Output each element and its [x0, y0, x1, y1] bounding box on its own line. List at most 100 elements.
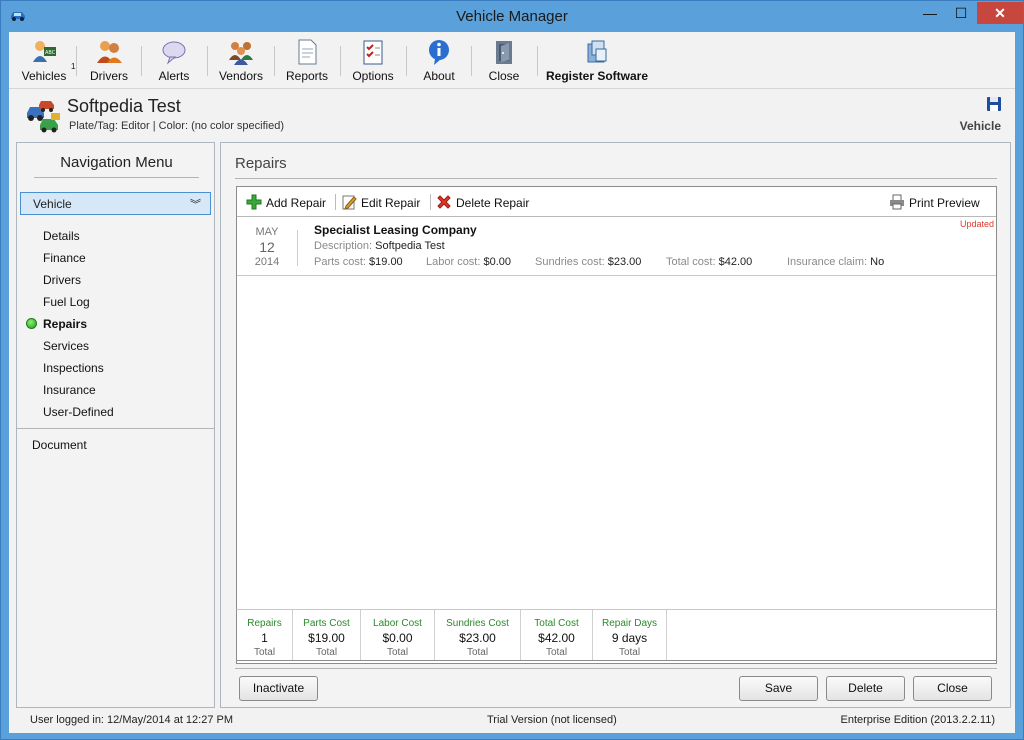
toolbar-label: Vehicles — [21, 69, 67, 83]
edit-repair-button[interactable]: Edit Repair — [341, 194, 420, 210]
toolbar-label: Drivers — [90, 69, 128, 83]
toolbar-register-software-button[interactable]: Register Software — [545, 38, 649, 86]
toolbar-separator — [406, 46, 407, 76]
totals-header: Sundries Cost — [446, 618, 509, 629]
window-close-button[interactable]: ✕ — [977, 2, 1023, 24]
totals-repairs: Repairs 1 Total — [237, 610, 293, 660]
toolbar-reports-button[interactable]: Reports — [281, 38, 333, 86]
add-repair-label: Add Repair — [266, 196, 327, 210]
toolbar-alerts-button[interactable]: Alerts — [149, 38, 199, 86]
labor-cost-value: $0.00 — [483, 256, 512, 268]
repair-month: MAY — [255, 226, 279, 238]
totals-bar: Repairs 1 Total Parts Cost $19.00 Total Labo… — [236, 609, 997, 661]
toolbar-about-button[interactable]: About — [414, 38, 464, 86]
totals-sundries-cost: Sundries Cost $23.00 Total — [435, 610, 521, 660]
totals-value: $19.00 — [308, 631, 345, 645]
totals-total-cost: Total Cost $42.00 Total — [521, 610, 593, 660]
toolbar-vehicles-button[interactable]: ABC 1 Vehicles — [19, 38, 75, 86]
delete-repair-label: Delete Repair — [456, 196, 530, 210]
totals-header: Total Cost — [534, 618, 579, 629]
vehicles-count-badge: 1 — [71, 62, 76, 71]
nav-item-insurance[interactable]: Insurance — [43, 383, 96, 397]
repair-record-row[interactable]: Updated MAY 12 2014 Specialist Leasing C… — [237, 218, 996, 276]
total-cost: Total cost: $42.00 — [666, 256, 752, 268]
status-edition: Enterprise Edition (2013.2.2.11) — [840, 714, 996, 726]
add-repair-button[interactable]: Add Repair — [246, 194, 326, 210]
nav-item-document[interactable]: Document — [32, 438, 87, 452]
totals-footer: Total — [618, 647, 641, 658]
toolbar-separator — [274, 46, 275, 76]
drivers-icon — [97, 41, 122, 63]
navigation-panel: Navigation Menu Vehicle ︾ Details Financ… — [16, 142, 215, 708]
toolbar-separator — [335, 194, 336, 210]
reports-icon — [298, 39, 317, 65]
close-button[interactable]: Close — [913, 676, 992, 701]
nav-item-inspections[interactable]: Inspections — [43, 361, 104, 375]
nav-category-dropdown[interactable]: Vehicle ︾ — [20, 192, 211, 215]
toolbar-separator — [76, 46, 77, 76]
nav-item-details[interactable]: Details — [43, 229, 80, 243]
nav-item-services[interactable]: Services — [43, 339, 89, 353]
inactivate-button[interactable]: Inactivate — [239, 676, 318, 701]
toolbar-separator — [471, 46, 472, 76]
nav-item-drivers[interactable]: Drivers — [43, 273, 81, 287]
delete-button[interactable]: Delete — [826, 676, 905, 701]
toolbar-drivers-button[interactable]: Drivers — [84, 38, 134, 86]
register-software-icon — [587, 40, 607, 63]
repairs-toolbar: Add Repair Edit Repair Delete Repair Pri… — [237, 187, 996, 217]
options-icon — [363, 40, 383, 65]
totals-footer: Total — [315, 647, 338, 658]
nav-item-finance[interactable]: Finance — [43, 251, 86, 265]
save-disk-icon[interactable] — [986, 96, 1002, 112]
title-bar[interactable]: Vehicle Manager — ☐ ✕ — [1, 1, 1023, 32]
totals-footer: Total — [386, 647, 409, 658]
total-cost-value: $42.00 — [718, 256, 753, 268]
active-indicator-icon — [26, 318, 37, 329]
repair-day: 12 — [259, 239, 275, 255]
totals-labor-cost: Labor Cost $0.00 Total — [361, 610, 435, 660]
totals-header: Repair Days — [601, 618, 658, 629]
toolbar-label: Vendors — [218, 69, 264, 83]
save-button[interactable]: Save — [739, 676, 818, 701]
totals-header: Repairs — [247, 618, 282, 629]
toolbar-options-button[interactable]: Options — [347, 38, 399, 86]
labor-cost-label: Labor cost: — [426, 256, 481, 268]
edit-repair-label: Edit Repair — [361, 196, 421, 210]
nav-divider — [17, 428, 214, 429]
svg-text:ABC: ABC — [45, 50, 56, 56]
toolbar-label: Reports — [285, 69, 329, 83]
vehicle-fleet-icon — [27, 101, 60, 133]
totals-value: 9 days — [611, 631, 648, 645]
description-label: Description: — [314, 240, 373, 252]
labor-cost: Labor cost: $0.00 — [426, 256, 511, 268]
sundries-cost: Sundries cost: $23.00 — [535, 256, 641, 268]
nav-title: Navigation Menu — [34, 154, 199, 178]
toolbar-separator — [537, 46, 538, 76]
parts-cost-value: $19.00 — [369, 256, 403, 268]
toolbar-label: Alerts — [158, 69, 190, 83]
nav-item-user-defined[interactable]: User-Defined — [43, 405, 114, 419]
delete-repair-button[interactable]: Delete Repair — [436, 194, 529, 210]
totals-value: $0.00 — [382, 631, 413, 645]
nav-item-fuel-log[interactable]: Fuel Log — [43, 295, 90, 309]
vehicle-header: Softpedia Test Plate/Tag: Editor | Color… — [9, 89, 1015, 139]
print-preview-button[interactable]: Print Preview — [889, 194, 980, 210]
window-title: Vehicle Manager — [456, 8, 568, 25]
totals-header: Parts Cost — [303, 618, 350, 629]
main-toolbar: ABC 1 Vehicles Drivers Alerts Vendors Re… — [9, 32, 1015, 89]
toolbar-separator — [207, 46, 208, 76]
minimize-button[interactable]: — — [915, 2, 945, 24]
toolbar-close-button[interactable]: Close — [479, 38, 529, 86]
title-divider — [235, 178, 997, 179]
insurance-claim-label: Insurance claim: — [787, 256, 868, 268]
date-divider — [297, 230, 298, 266]
repair-date: MAY 12 2014 — [237, 225, 297, 270]
toolbar-vendors-button[interactable]: Vendors — [215, 38, 267, 86]
totals-parts-cost: Parts Cost $19.00 Total — [293, 610, 361, 660]
nav-item-repairs[interactable]: Repairs — [43, 317, 87, 331]
toolbar-separator — [141, 46, 142, 76]
app-window: Vehicle Manager — ☐ ✕ ABC 1 Vehicles Dri… — [0, 0, 1024, 740]
maximize-button[interactable]: ☐ — [946, 2, 976, 24]
parts-cost-label: Parts cost: — [314, 256, 366, 268]
button-divider — [235, 668, 997, 669]
